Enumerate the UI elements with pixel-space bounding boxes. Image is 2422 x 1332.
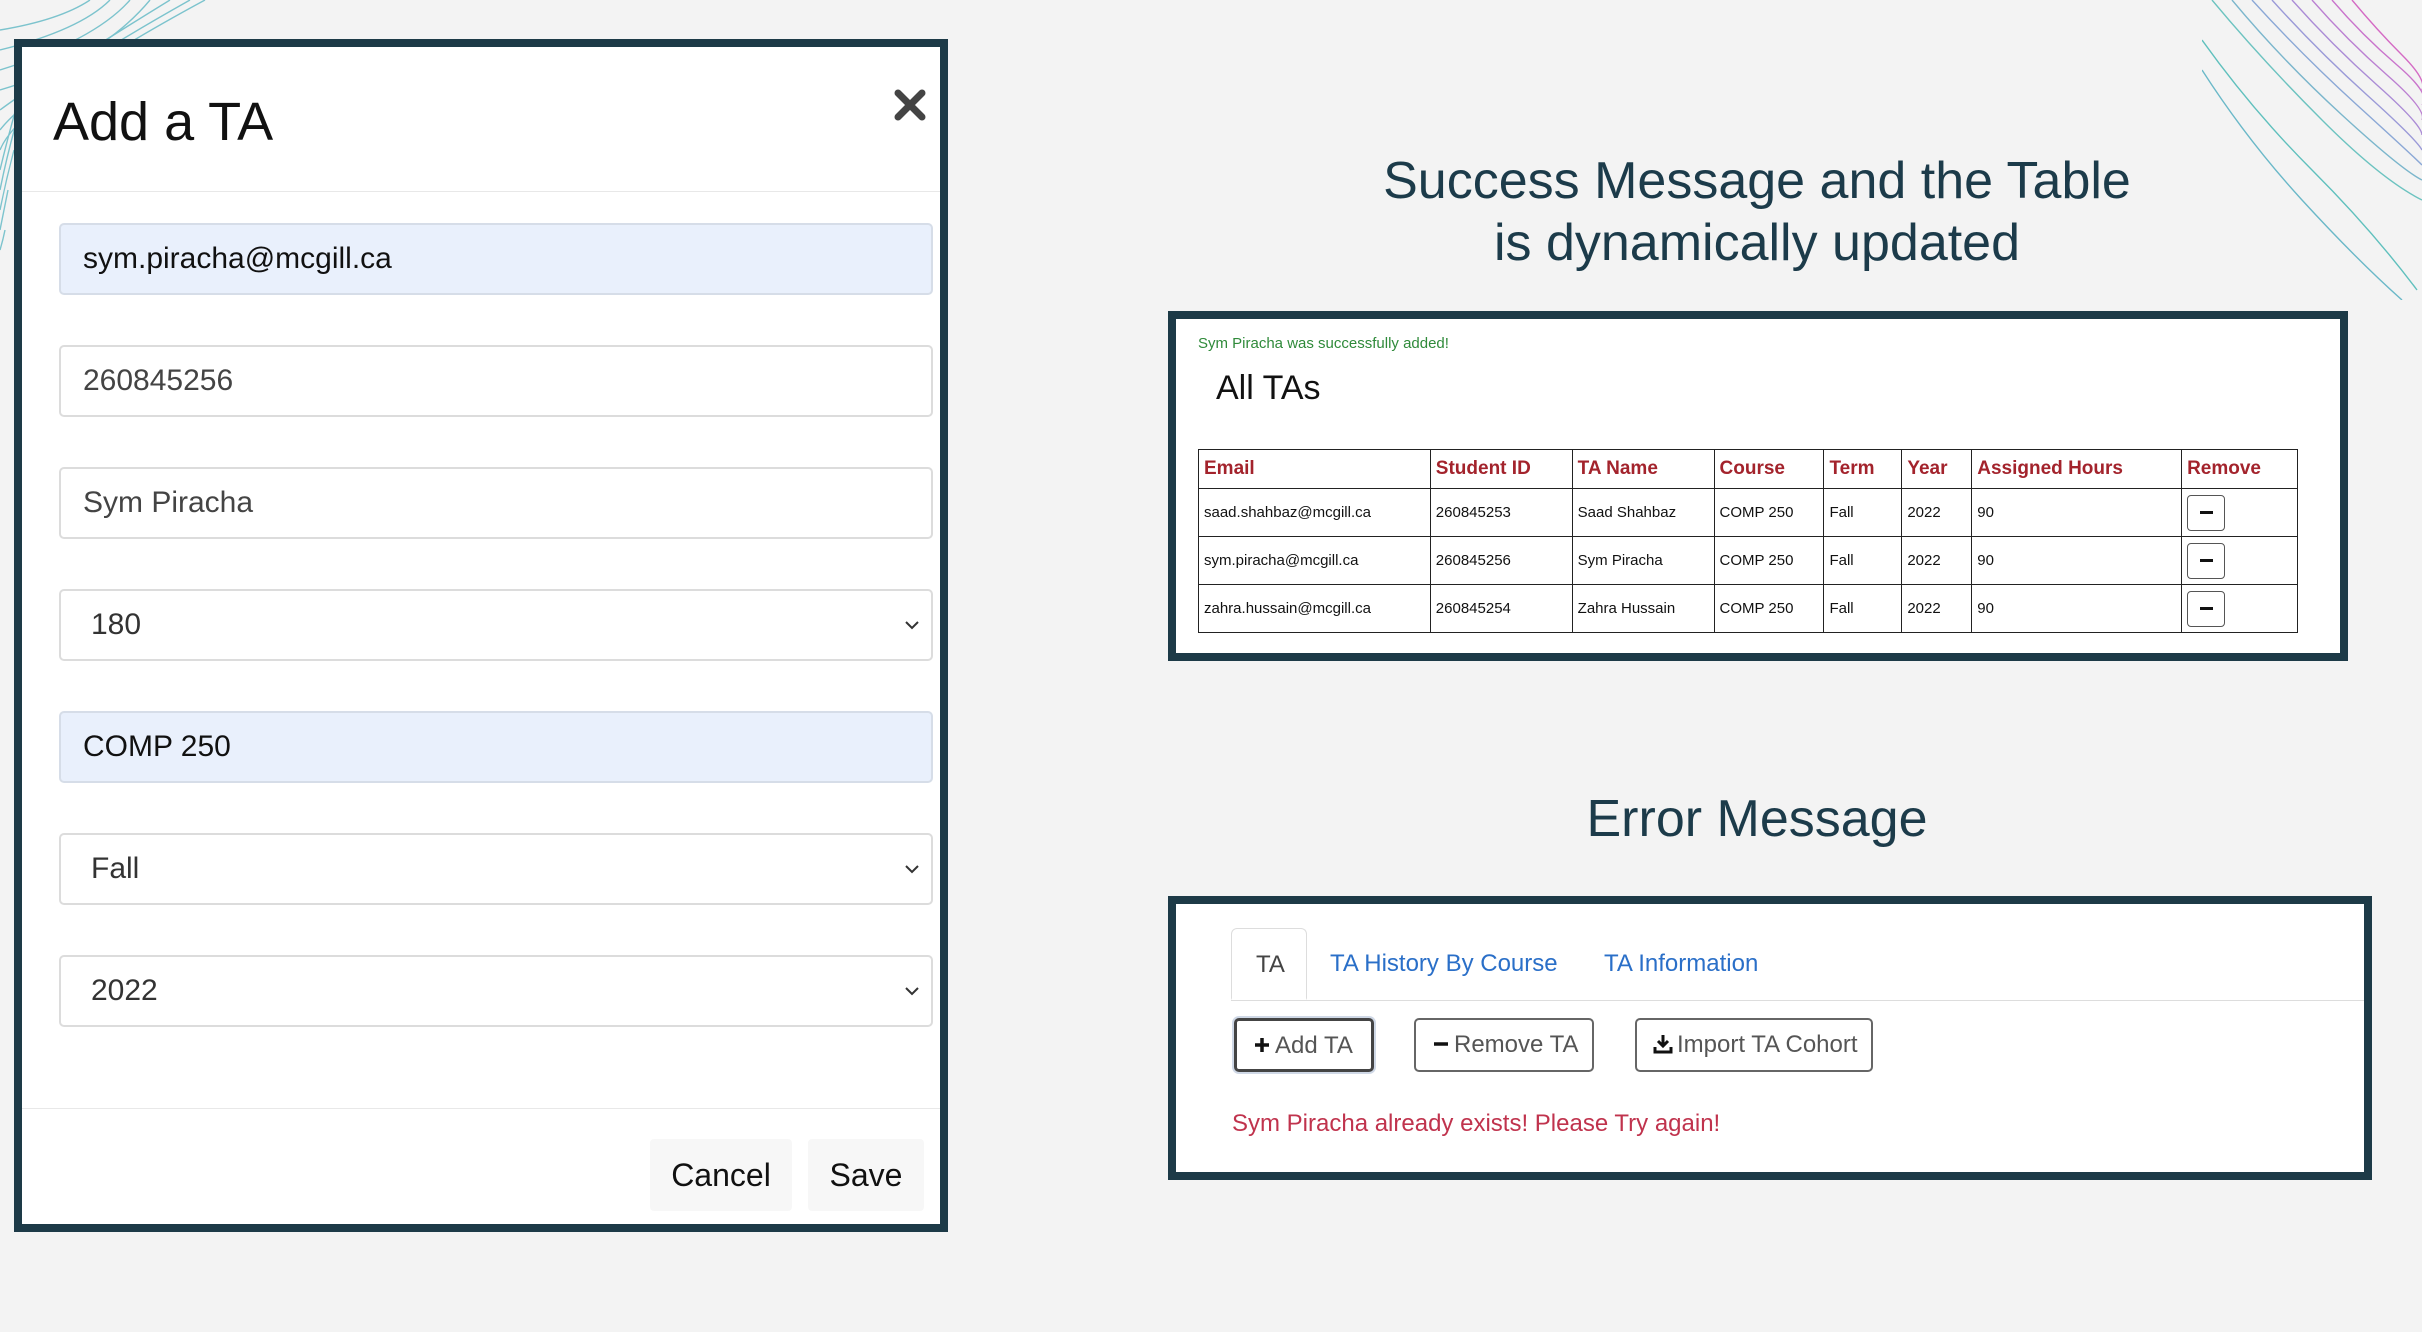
error-section-heading: Error Message [1586, 790, 1928, 848]
column-header-ta-name: TA Name [1571, 449, 1715, 489]
import-ta-cohort-button[interactable]: Import TA Cohort [1635, 1018, 1873, 1072]
close-icon[interactable] [892, 87, 928, 123]
success-panel: Sym Piracha was successfully added! All … [1168, 311, 2348, 661]
cancel-button[interactable]: Cancel [650, 1139, 792, 1211]
modal-header: Add a TA [22, 47, 940, 192]
cell-email: zahra.hussain@mcgill.ca [1198, 584, 1431, 633]
cell-email: saad.shahbaz@mcgill.ca [1198, 488, 1431, 537]
column-header-year: Year [1901, 449, 1973, 489]
add-ta-modal: Add a TA sym.piracha@mcgill.ca 260845256… [14, 39, 948, 1232]
modal-footer: Cancel Save [22, 1108, 940, 1233]
minus-icon [2199, 607, 2213, 610]
cell-ta-name: Zahra Hussain [1571, 584, 1715, 633]
student-id-field[interactable]: 260845256 [59, 345, 933, 417]
term-select[interactable]: Fall [59, 833, 933, 905]
tab-bar: TA TA History By Course TA Information [1231, 928, 2364, 1001]
hours-select[interactable]: 180 [59, 589, 933, 661]
tab-ta-history-by-course[interactable]: TA History By Course [1330, 928, 1558, 1000]
remove-ta-label: Remove TA [1454, 1031, 1579, 1058]
cell-email: sym.piracha@mcgill.ca [1198, 536, 1431, 585]
tab-ta-information[interactable]: TA Information [1604, 928, 1758, 1000]
column-header-email: Email [1198, 449, 1431, 489]
cell-term: Fall [1823, 488, 1903, 537]
chevron-down-icon [905, 621, 919, 630]
error-panel: TA TA History By Course TA Information A… [1168, 896, 2372, 1180]
column-header-remove: Remove [2181, 449, 2298, 489]
download-icon [1653, 1034, 1673, 1054]
email-field[interactable]: sym.piracha@mcgill.ca [59, 223, 933, 295]
cell-term: Fall [1823, 536, 1903, 585]
ta-table: Email Student ID TA Name Course Term Yea… [1198, 449, 2298, 633]
course-field[interactable]: COMP 250 [59, 711, 933, 783]
remove-row-button[interactable] [2187, 590, 2226, 627]
cell-assigned-hours: 90 [1971, 584, 2183, 633]
error-message: Sym Piracha already exists! Please Try a… [1232, 1110, 1721, 1137]
cell-ta-name: Sym Piracha [1571, 536, 1715, 585]
cell-course: COMP 250 [1713, 536, 1825, 585]
minus-icon [2199, 559, 2213, 562]
hours-select-value: 180 [91, 608, 142, 641]
column-header-assigned-hours: Assigned Hours [1971, 449, 2183, 489]
cell-student-id: 260845256 [1429, 536, 1573, 585]
year-select[interactable]: 2022 [59, 955, 933, 1027]
minus-icon [2199, 511, 2213, 514]
table-row: sym.piracha@mcgill.ca 260845256 Sym Pira… [1198, 536, 2298, 585]
cell-course: COMP 250 [1713, 584, 1825, 633]
save-button[interactable]: Save [808, 1139, 924, 1211]
success-message: Sym Piracha was successfully added! [1198, 335, 1449, 352]
table-row: saad.shahbaz@mcgill.ca 260845253 Saad Sh… [1198, 488, 2298, 537]
column-header-course: Course [1713, 449, 1825, 489]
tab-ta[interactable]: TA [1231, 928, 1307, 1000]
chevron-down-icon [905, 987, 919, 996]
cell-assigned-hours: 90 [1971, 488, 2183, 537]
column-header-student-id: Student ID [1429, 449, 1573, 489]
year-select-value: 2022 [91, 974, 158, 1007]
chevron-down-icon [905, 865, 919, 874]
remove-ta-button[interactable]: Remove TA [1414, 1018, 1594, 1072]
minus-icon [1434, 1041, 1448, 1046]
cell-assigned-hours: 90 [1971, 536, 2183, 585]
cell-remove [2181, 488, 2298, 537]
cell-year: 2022 [1901, 488, 1973, 537]
remove-row-button[interactable] [2187, 494, 2226, 531]
modal-title: Add a TA [53, 92, 274, 152]
column-header-term: Term [1823, 449, 1903, 489]
ta-name-field[interactable]: Sym Piracha [59, 467, 933, 539]
term-select-value: Fall [91, 852, 140, 885]
plus-icon [1255, 1037, 1269, 1052]
table-row: zahra.hussain@mcgill.ca 260845254 Zahra … [1198, 584, 2298, 633]
add-ta-label: Add TA [1275, 1032, 1353, 1059]
table-title: All TAs [1216, 369, 1321, 407]
table-header-row: Email Student ID TA Name Course Term Yea… [1198, 449, 2298, 489]
cell-student-id: 260845253 [1429, 488, 1573, 537]
add-ta-button[interactable]: Add TA [1234, 1018, 1374, 1072]
cell-year: 2022 [1901, 584, 1973, 633]
success-heading-line1: Success Message and the Table [1383, 152, 2131, 210]
cell-year: 2022 [1901, 536, 1973, 585]
cell-remove [2181, 584, 2298, 633]
cell-student-id: 260845254 [1429, 584, 1573, 633]
success-section-heading: Success Message and the Table is dynamic… [1200, 150, 2314, 274]
cell-term: Fall [1823, 584, 1903, 633]
cell-ta-name: Saad Shahbaz [1571, 488, 1715, 537]
cell-course: COMP 250 [1713, 488, 1825, 537]
cell-remove [2181, 536, 2298, 585]
remove-row-button[interactable] [2187, 542, 2226, 579]
import-ta-cohort-label: Import TA Cohort [1677, 1031, 1858, 1058]
success-heading-line2: is dynamically updated [1493, 214, 2021, 272]
